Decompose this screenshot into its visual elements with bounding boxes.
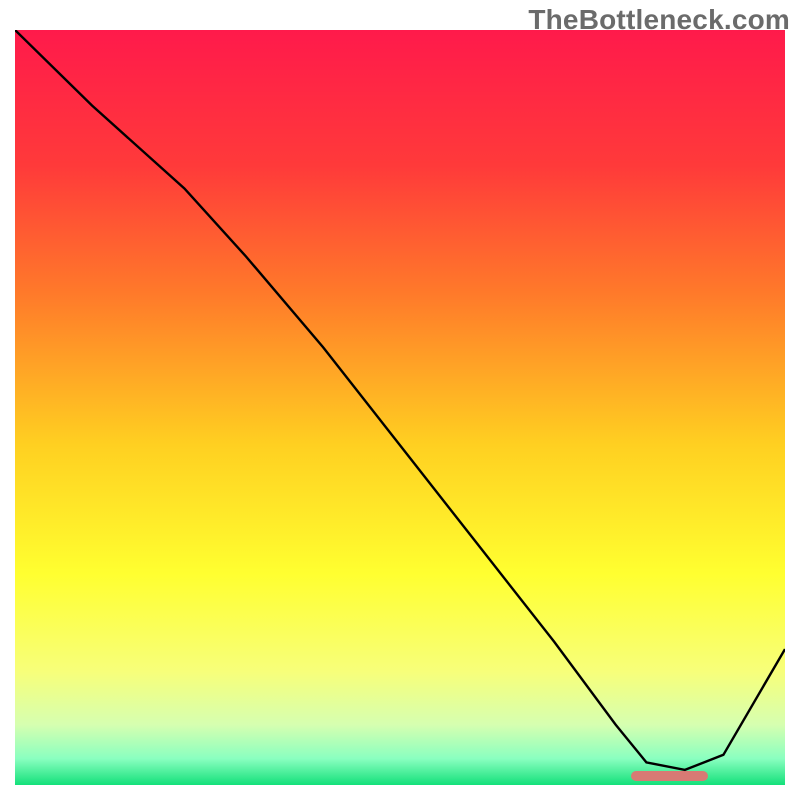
watermark-text: TheBottleneck.com [528,4,790,36]
chart-container: TheBottleneck.com [0,0,800,800]
highlight-range-marker [631,771,708,781]
chart-plot-area [15,30,785,785]
gradient-background [15,30,785,785]
chart-svg [15,30,785,785]
